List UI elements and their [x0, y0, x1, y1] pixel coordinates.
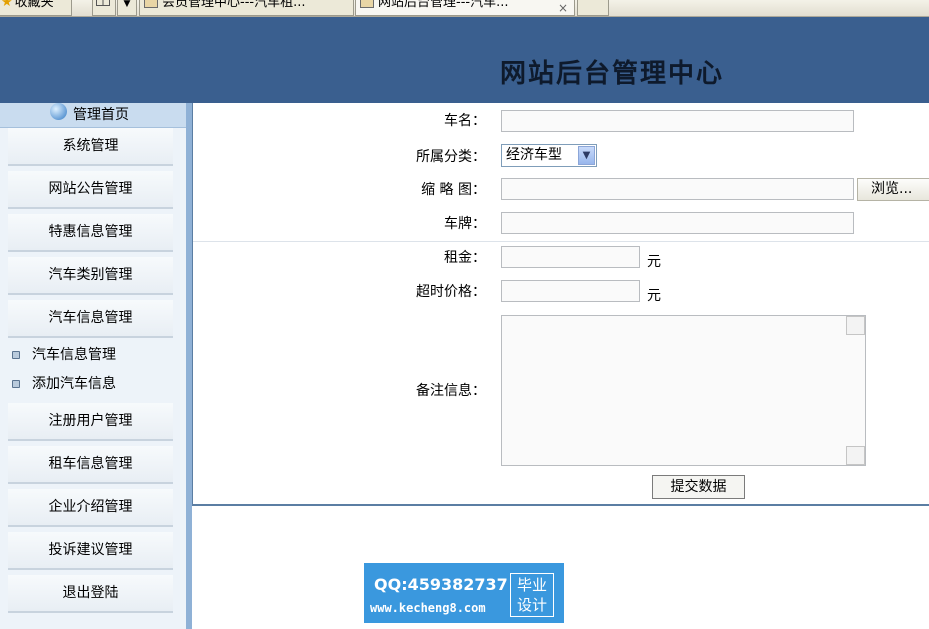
sidebar-item-complaints[interactable]: 投诉建议管理 [8, 532, 173, 570]
sidebar-subitem-add-car[interactable]: 添加汽车信息 [0, 371, 186, 397]
tab-label: 网站后台管理---汽车... [378, 0, 509, 10]
sidebar-item-label: 投诉建议管理 [48, 542, 133, 558]
watermark-badge: QQ:459382737 www.kecheng8.com 毕业 设计 [364, 563, 564, 623]
category-label: 所属分类： [416, 149, 486, 165]
sidebar-item-system[interactable]: 系统管理 [8, 128, 173, 166]
page-icon [144, 0, 158, 8]
tab-member-center[interactable]: 会员管理中心---汽车租... [139, 0, 354, 16]
sidebar-item-company-intro[interactable]: 企业介绍管理 [8, 489, 173, 527]
remark-textarea[interactable] [501, 315, 866, 466]
car-name-label: 车名： [444, 113, 486, 129]
sidebar-item-label: 注册用户管理 [48, 413, 133, 429]
plate-input[interactable] [501, 212, 854, 234]
overtime-price-unit: 元 [647, 288, 661, 304]
overtime-price-input[interactable] [501, 280, 640, 302]
sidebar-item-logout[interactable]: 退出登陆 [8, 575, 173, 613]
sidebar-item-label: 退出登陆 [62, 585, 119, 601]
sidebar-item-label: 租车信息管理 [48, 456, 133, 472]
sidebar-item-rentals[interactable]: 租车信息管理 [8, 446, 173, 484]
sidebar-item-users[interactable]: 注册用户管理 [8, 403, 173, 441]
rent-unit: 元 [647, 254, 661, 270]
watermark-qq: QQ:459382737 [374, 575, 508, 594]
browser-tab-bar: ★ 收藏夹 ▼ 会员管理中心---汽车租... 网站后台管理---汽车... × [0, 0, 929, 17]
rent-input[interactable] [501, 246, 640, 268]
sidebar-subitem-label: 添加汽车信息 [32, 376, 116, 392]
header-banner: 网站后台管理中心 [0, 17, 929, 103]
chevron-down-icon: ▼ [123, 0, 131, 9]
sidebar-home[interactable]: 管理首页 [0, 102, 186, 128]
watermark-label-line2: 设计 [516, 596, 547, 614]
grid-view-icon [96, 0, 110, 6]
rent-label: 租金： [444, 250, 486, 266]
watermark-label-line1: 毕业 [516, 576, 547, 594]
sidebar-item-car-info[interactable]: 汽车信息管理 [8, 300, 173, 338]
page-title: 网站后台管理中心 [500, 59, 725, 89]
plate-label: 车牌： [444, 216, 486, 232]
scroll-down-button[interactable] [846, 446, 865, 465]
category-selected-value: 经济车型 [506, 147, 562, 163]
favorites-button[interactable]: ★ 收藏夹 [0, 0, 72, 16]
thumbnail-path-input[interactable] [501, 178, 854, 200]
remark-label: 备注信息： [416, 383, 486, 399]
sidebar-subitem-label: 汽车信息管理 [32, 347, 116, 363]
sidebar-item-car-categories[interactable]: 汽车类别管理 [8, 257, 173, 295]
category-select[interactable]: 经济车型 ▼ [501, 144, 597, 167]
form-divider [193, 241, 929, 242]
sidebar-item-label: 企业介绍管理 [48, 499, 133, 515]
car-form: 车名： 所属分类： 经济车型 ▼ 缩 略 图： 浏览... 车牌： 租金： 元 … [192, 103, 929, 506]
new-tab-button[interactable] [577, 0, 609, 16]
favorites-label: 收藏夹 [14, 0, 54, 10]
page-icon [360, 0, 374, 8]
sidebar: 管理首页 系统管理 网站公告管理 特惠信息管理 汽车类别管理 汽车信息管理 汽车… [0, 102, 192, 629]
sidebar-item-announcements[interactable]: 网站公告管理 [8, 171, 173, 209]
sidebar-item-label: 汽车信息管理 [48, 310, 133, 326]
browse-button[interactable]: 浏览... [857, 178, 929, 201]
scroll-up-button[interactable] [846, 316, 865, 335]
car-name-input[interactable] [501, 110, 854, 132]
sidebar-item-label: 系统管理 [62, 138, 119, 154]
globe-icon [50, 102, 67, 120]
watermark-url: www.kecheng8.com [370, 601, 486, 615]
thumbnail-label: 缩 略 图： [421, 182, 486, 198]
sidebar-home-label: 管理首页 [73, 107, 129, 123]
sidebar-item-label: 汽车类别管理 [48, 267, 133, 283]
tab-admin-center[interactable]: 网站后台管理---汽车... × [355, 0, 575, 16]
bullet-icon [12, 380, 20, 388]
sidebar-item-label: 特惠信息管理 [48, 224, 133, 240]
chevron-down-icon[interactable]: ▼ [578, 146, 595, 165]
star-icon: ★ [1, 0, 13, 10]
watermark-label: 毕业 设计 [510, 573, 554, 617]
sidebar-item-specials[interactable]: 特惠信息管理 [8, 214, 173, 252]
sidebar-subitem-car-info-list[interactable]: 汽车信息管理 [0, 342, 186, 368]
submit-button[interactable]: 提交数据 [652, 475, 745, 499]
tab-grid-button[interactable] [92, 0, 116, 16]
bullet-icon [12, 351, 20, 359]
overtime-price-label: 超时价格： [416, 284, 486, 300]
tab-label: 会员管理中心---汽车租... [162, 0, 306, 10]
tab-list-dropdown[interactable]: ▼ [117, 0, 137, 16]
sidebar-item-label: 网站公告管理 [48, 181, 133, 197]
close-icon[interactable]: × [558, 0, 568, 15]
